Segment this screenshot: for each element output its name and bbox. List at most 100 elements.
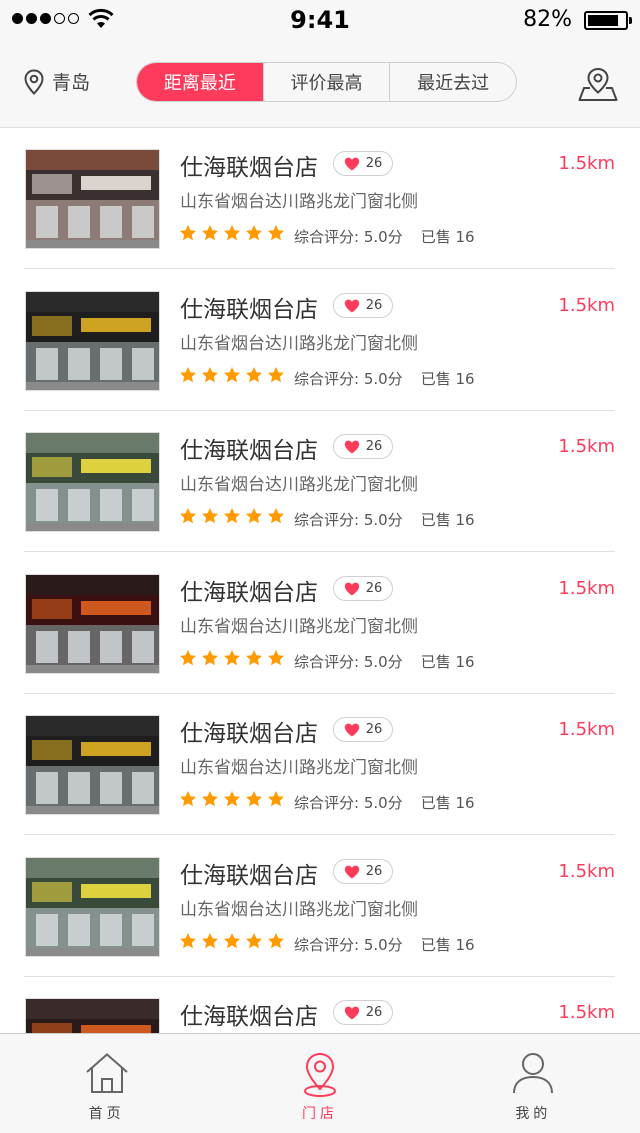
store-distance: 1.5km [558, 578, 615, 599]
store-list-item[interactable]: 仕海联烟台店 26 1.5km 山东省烟台达川路兆龙门窗北侧综合评分: 5.0分 已售 … [24, 836, 615, 977]
like-count: 26 [365, 1005, 383, 1020]
tabbar-home-label: 首页 [88, 1106, 125, 1122]
rating-score: 综合评分: 5.0分 [294, 370, 403, 388]
store-name: 仕海联烟台店 [180, 1004, 318, 1030]
tabbar-stores[interactable]: 门店 [213, 1034, 426, 1133]
city-selector[interactable]: 青岛 [24, 68, 90, 95]
like-badge[interactable]: 26 [333, 576, 393, 601]
top-header: 青岛 距离最近 评价最高 最近去过 [0, 40, 640, 128]
store-photo [25, 291, 160, 391]
star-icon [246, 650, 262, 666]
store-photo [25, 574, 160, 674]
star-icon [202, 650, 218, 666]
like-badge[interactable]: 26 [333, 859, 393, 884]
star-rating [179, 932, 285, 950]
star-rating [179, 366, 285, 384]
store-distance: 1.5km [558, 436, 615, 457]
star-icon [180, 225, 196, 241]
tab-nearest[interactable]: 距离最近 [137, 63, 263, 101]
star-icon [180, 367, 196, 383]
store-name: 仕海联烟台店 [180, 721, 318, 747]
store-distance: 1.5km [558, 153, 615, 174]
star-icon [268, 791, 284, 807]
tab-label: 最近去过 [417, 73, 490, 94]
star-icon [202, 508, 218, 524]
star-icon [180, 933, 196, 949]
sold-count: 已售 16 [420, 653, 475, 671]
status-bar: 9:41 82% [0, 0, 640, 40]
rating-score: 综合评分: 5.0分 [294, 511, 403, 529]
store-name: 仕海联烟台店 [180, 438, 318, 464]
heart-icon [344, 157, 359, 170]
star-icon [268, 367, 284, 383]
store-list-item[interactable]: 仕海联烟台店 26 1.5km 山东省烟台达川路兆龙门窗北侧 综合评分: 5.0分 已售 … [24, 553, 615, 694]
like-badge[interactable]: 26 [333, 1000, 393, 1025]
home-icon [85, 1053, 128, 1093]
store-address: 山东省烟台达川路兆龙门窗北侧 [180, 900, 418, 920]
store-location-icon [303, 1052, 336, 1097]
store-distance: 1.5km [558, 861, 615, 882]
star-rating [179, 649, 285, 667]
location-pin-icon [24, 68, 44, 95]
store-photo [25, 998, 160, 1033]
tabbar-stores-label: 门店 [301, 1106, 338, 1122]
star-icon [246, 933, 262, 949]
star-icon [224, 650, 240, 666]
star-icon [268, 225, 284, 241]
star-icon [180, 650, 196, 666]
store-meta: 综合评分: 5.0分 已售 16 [294, 226, 475, 247]
rating-score: 综合评分: 5.0分 [294, 653, 403, 671]
star-icon [202, 367, 218, 383]
heart-icon [344, 723, 359, 736]
city-name: 青岛 [52, 72, 91, 94]
store-address: 山东省烟台达川路兆龙门窗北侧 [180, 758, 418, 778]
star-icon [246, 791, 262, 807]
like-count: 26 [365, 439, 383, 454]
star-rating [179, 224, 285, 242]
sort-tabs: 距离最近 评价最高 最近去过 [136, 62, 517, 102]
like-badge[interactable]: 26 [333, 434, 393, 459]
heart-icon [344, 582, 359, 595]
store-name: 仕海联烟台店 [180, 580, 318, 606]
like-badge[interactable]: 26 [333, 293, 393, 318]
star-icon [224, 367, 240, 383]
store-name: 仕海联烟台店 [180, 155, 318, 181]
like-count: 26 [365, 722, 383, 737]
star-rating [179, 790, 285, 808]
star-icon [246, 367, 262, 383]
bottom-tab-bar: 首页 门店 我的 [0, 1033, 640, 1133]
star-icon [224, 933, 240, 949]
like-badge[interactable]: 26 [333, 717, 393, 742]
battery-icon [584, 11, 632, 30]
store-meta: 综合评分: 5.0分 已售 16 [294, 934, 475, 955]
tabbar-profile-label: 我的 [515, 1106, 552, 1122]
store-list-item[interactable]: 仕海联烟台店 26 1.5km 山东省烟台达川路兆龙门窗北侧 综合评分: 5.0分 已售 … [24, 128, 615, 269]
sold-count: 已售 16 [420, 936, 475, 954]
tabbar-home[interactable]: 首页 [0, 1034, 213, 1133]
store-list-item[interactable]: 仕海联烟台店 26 1.5km 山东省烟台达川路兆龙门窗北侧 综合评分: 5.0分 已售 … [24, 694, 615, 835]
map-pin-icon[interactable] [578, 66, 618, 102]
star-icon [224, 791, 240, 807]
store-list-item[interactable]: 仕海联烟台店 26 1.5km 山东省烟台达川路兆龙门窗北侧 综合评分: 5.0分 已售 … [24, 270, 615, 411]
like-count: 26 [365, 156, 383, 171]
store-list-item[interactable]: 仕海联烟台店 26 1.5km 山东省烟台达川路兆龙门窗北侧 综合评分: 5.0分 已售 … [24, 411, 615, 552]
store-meta: 综合评分: 5.0分 已售 16 [294, 509, 475, 530]
store-list-item[interactable]: 仕海联烟台店 26 1.5km [24, 977, 615, 1033]
tabbar-profile[interactable]: 我的 [427, 1034, 640, 1133]
store-distance: 1.5km [558, 295, 615, 316]
star-icon [202, 933, 218, 949]
star-icon [268, 933, 284, 949]
store-name: 仕海联烟台店 [180, 863, 318, 889]
store-photo [25, 149, 160, 249]
heart-icon [344, 440, 359, 453]
store-distance: 1.5km [558, 1002, 615, 1023]
like-badge[interactable]: 26 [333, 151, 393, 176]
battery-percentage: 82% [523, 7, 572, 32]
store-meta: 综合评分: 5.0分 已售 16 [294, 368, 475, 389]
sold-count: 已售 16 [420, 228, 475, 246]
star-icon [202, 791, 218, 807]
tab-recent[interactable]: 最近去过 [389, 63, 516, 101]
like-count: 26 [365, 864, 383, 879]
heart-icon [344, 1006, 359, 1019]
tab-top-rated[interactable]: 评价最高 [262, 63, 390, 101]
